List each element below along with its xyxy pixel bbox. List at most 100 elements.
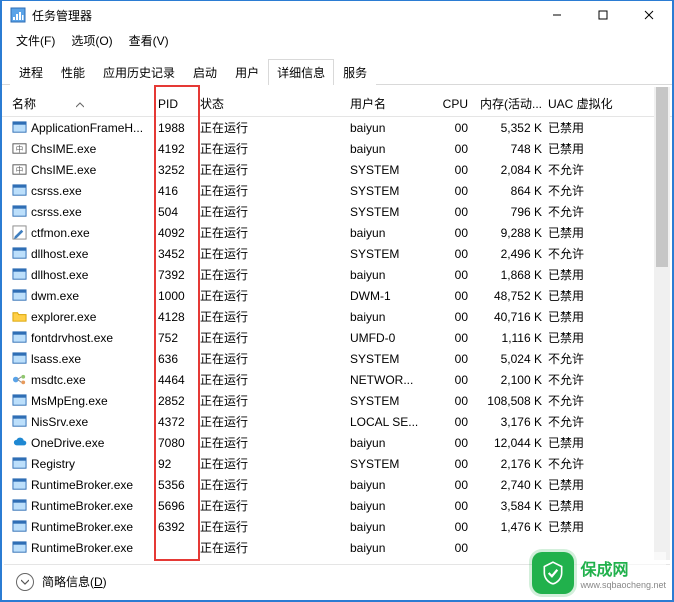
process-state: 正在运行 (200, 245, 350, 262)
process-icon (12, 540, 27, 555)
tab-services[interactable]: 服务 (334, 59, 376, 85)
table-row[interactable]: RuntimeBroker.exe5696正在运行baiyun003,584 K… (2, 495, 672, 516)
process-cpu: 00 (430, 247, 476, 261)
process-state: 正在运行 (200, 434, 350, 451)
tab-startup[interactable]: 启动 (184, 59, 226, 85)
fewer-details-icon[interactable] (16, 573, 34, 591)
app-icon (10, 7, 26, 23)
tab-users[interactable]: 用户 (226, 59, 268, 85)
close-button[interactable] (626, 1, 672, 29)
watermark-text: 保成网 (580, 556, 666, 580)
table-row[interactable]: dllhost.exe3452正在运行SYSTEM002,496 K不允许 (2, 243, 672, 264)
process-state: 正在运行 (200, 518, 350, 535)
title-bar: 任务管理器 (2, 1, 672, 29)
tab-app-history[interactable]: 应用历史记录 (94, 59, 184, 85)
table-row[interactable]: MsMpEng.exe2852正在运行SYSTEM00108,508 K不允许 (2, 390, 672, 411)
process-user: baiyun (350, 541, 430, 555)
tab-details[interactable]: 详细信息 (268, 59, 334, 85)
process-mem: 40,716 K (476, 310, 548, 324)
table-row[interactable]: OneDrive.exe7080正在运行baiyun0012,044 K已禁用 (2, 432, 672, 453)
process-cpu: 00 (430, 394, 476, 408)
table-row[interactable]: lsass.exe636正在运行SYSTEM005,024 K不允许 (2, 348, 672, 369)
process-pid: 416 (158, 184, 200, 198)
tab-performance[interactable]: 性能 (52, 59, 94, 85)
process-icon (12, 477, 27, 492)
process-user: SYSTEM (350, 163, 430, 177)
process-name: fontdrvhost.exe (31, 331, 113, 345)
process-mem: 1,116 K (476, 331, 548, 345)
table-row[interactable]: RuntimeBroker.exe6392正在运行baiyun001,476 K… (2, 516, 672, 537)
col-pid[interactable]: PID (158, 97, 200, 111)
table-header: 名称 PID 状态 用户名 CPU 内存(活动... UAC 虚拟化 (2, 91, 672, 117)
process-name: csrss.exe (31, 205, 82, 219)
tab-processes[interactable]: 进程 (10, 59, 52, 85)
col-cpu[interactable]: CPU (430, 97, 476, 111)
col-user[interactable]: 用户名 (350, 95, 430, 112)
col-state[interactable]: 状态 (200, 95, 350, 112)
process-pid: 7080 (158, 436, 200, 450)
window-title: 任务管理器 (32, 7, 92, 24)
table-row[interactable]: NisSrv.exe4372正在运行LOCAL SE...003,176 K不允… (2, 411, 672, 432)
table-row[interactable]: csrss.exe416正在运行SYSTEM00864 K不允许 (2, 180, 672, 201)
menu-view[interactable]: 查看(V) (123, 30, 175, 51)
process-state: 正在运行 (200, 266, 350, 283)
process-state: 正在运行 (200, 224, 350, 241)
table-row[interactable]: dwm.exe1000正在运行DWM-10048,752 K已禁用 (2, 285, 672, 306)
menu-file[interactable]: 文件(F) (10, 30, 61, 51)
process-name: ApplicationFrameH... (31, 121, 143, 135)
vertical-scrollbar[interactable] (654, 87, 670, 560)
table-row[interactable]: 中ChsIME.exe3252正在运行SYSTEM002,084 K不允许 (2, 159, 672, 180)
process-state: 正在运行 (200, 329, 350, 346)
process-name: dllhost.exe (31, 268, 88, 282)
process-name: Registry (31, 457, 75, 471)
process-pid: 3452 (158, 247, 200, 261)
process-cpu: 00 (430, 520, 476, 534)
process-name: msdtc.exe (31, 373, 86, 387)
table-row[interactable]: 中ChsIME.exe4192正在运行baiyun00748 K已禁用 (2, 138, 672, 159)
col-mem[interactable]: 内存(活动... (476, 95, 548, 112)
table-row[interactable]: msdtc.exe4464正在运行NETWOR...002,100 K不允许 (2, 369, 672, 390)
process-state: 正在运行 (200, 476, 350, 493)
process-state: 正在运行 (200, 371, 350, 388)
process-icon (12, 309, 27, 324)
process-user: SYSTEM (350, 205, 430, 219)
process-icon: 中 (12, 162, 27, 177)
process-icon (12, 267, 27, 282)
process-pid: 504 (158, 205, 200, 219)
table-row[interactable]: RuntimeBroker.exe5356正在运行baiyun002,740 K… (2, 474, 672, 495)
scrollbar-thumb[interactable] (656, 87, 668, 267)
process-state: 正在运行 (200, 182, 350, 199)
process-user: LOCAL SE... (350, 415, 430, 429)
process-cpu: 00 (430, 436, 476, 450)
process-state: 正在运行 (200, 308, 350, 325)
process-icon (12, 246, 27, 261)
process-icon (12, 519, 27, 534)
col-name[interactable]: 名称 (12, 95, 158, 112)
fewer-details-link[interactable]: 简略信息(D) (42, 573, 107, 590)
table-row[interactable]: dllhost.exe7392正在运行baiyun001,868 K已禁用 (2, 264, 672, 285)
table-row[interactable]: ApplicationFrameH...1988正在运行baiyun005,35… (2, 117, 672, 138)
process-pid: 5696 (158, 499, 200, 513)
process-mem: 2,740 K (476, 478, 548, 492)
minimize-button[interactable] (534, 1, 580, 29)
process-icon (12, 393, 27, 408)
process-cpu: 00 (430, 289, 476, 303)
table-row[interactable]: fontdrvhost.exe752正在运行UMFD-0001,116 K已禁用 (2, 327, 672, 348)
process-pid: 4128 (158, 310, 200, 324)
process-cpu: 00 (430, 268, 476, 282)
process-name: dllhost.exe (31, 247, 88, 261)
process-cpu: 00 (430, 457, 476, 471)
maximize-button[interactable] (580, 1, 626, 29)
menu-options[interactable]: 选项(O) (65, 30, 118, 51)
process-name: NisSrv.exe (31, 415, 88, 429)
process-pid: 4092 (158, 226, 200, 240)
table-row[interactable]: Registry92正在运行SYSTEM002,176 K不允许 (2, 453, 672, 474)
table-row[interactable]: csrss.exe504正在运行SYSTEM00796 K不允许 (2, 201, 672, 222)
process-cpu: 00 (430, 184, 476, 198)
process-pid: 5356 (158, 478, 200, 492)
process-cpu: 00 (430, 205, 476, 219)
table-row[interactable]: explorer.exe4128正在运行baiyun0040,716 K已禁用 (2, 306, 672, 327)
process-name: ChsIME.exe (31, 142, 96, 156)
process-mem: 2,084 K (476, 163, 548, 177)
table-row[interactable]: ctfmon.exe4092正在运行baiyun009,288 K已禁用 (2, 222, 672, 243)
